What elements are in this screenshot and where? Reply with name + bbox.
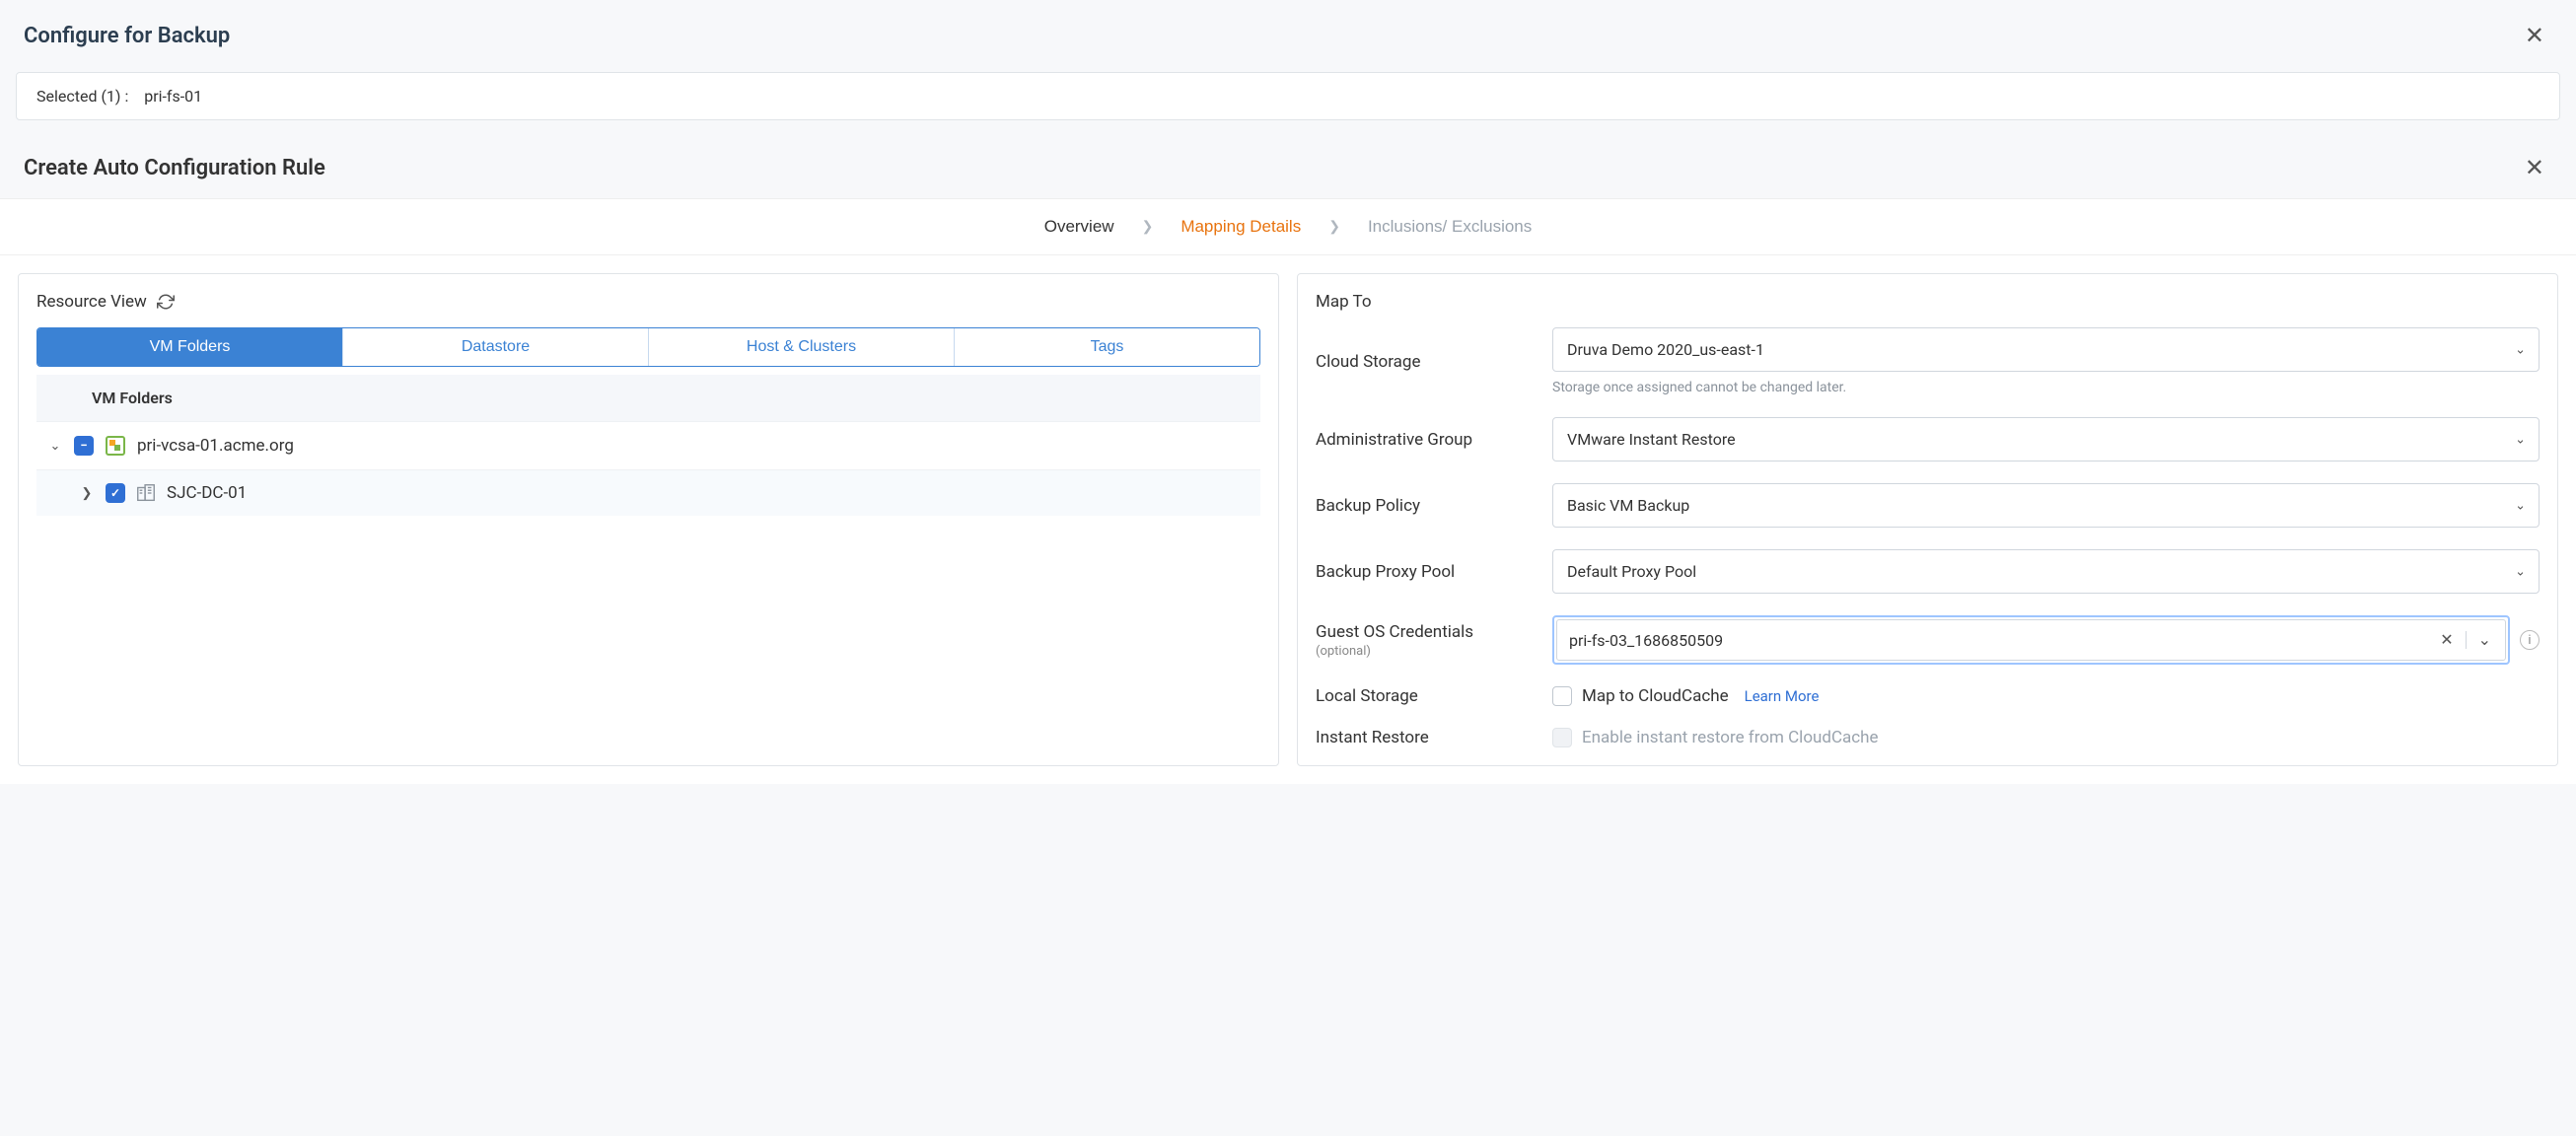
tree-row-root[interactable]: ⌄ pri-vcsa-01.acme.org	[36, 421, 1260, 469]
row-guest-os: Guest OS Credentials (optional) pri-fs-0…	[1316, 615, 2540, 665]
row-backup-policy: Backup Policy Basic VM Backup ⌄	[1316, 483, 2540, 528]
label-admin-group: Administrative Group	[1316, 430, 1533, 450]
select-cloud-storage[interactable]: Druva Demo 2020_us-east-1	[1552, 327, 2540, 372]
sub-title: Create Auto Configuration Rule	[24, 156, 325, 180]
label-proxy-pool: Backup Proxy Pool	[1316, 562, 1533, 582]
hint-cloud-storage: Storage once assigned cannot be changed …	[1552, 380, 2540, 395]
wizard-steps: Overview ❯ Mapping Details ❯ Inclusions/…	[0, 198, 2576, 255]
combo-guest-os[interactable]: pri-fs-03_1686850509 ✕ ⌄	[1552, 615, 2510, 665]
close-icon: ✕	[2440, 632, 2453, 649]
tree-row-child[interactable]: ❯ SJC-DC-01	[36, 469, 1260, 516]
checkbox-instant-restore	[1552, 728, 1572, 747]
resource-view-panel: Resource View VM Folders Datastore Host …	[18, 273, 1279, 766]
row-proxy-pool: Backup Proxy Pool Default Proxy Pool ⌄	[1316, 549, 2540, 594]
row-instant-restore: Instant Restore Enable instant restore f…	[1316, 728, 2540, 747]
sub-header: Create Auto Configuration Rule ✕	[0, 130, 2576, 198]
tab-host-clusters[interactable]: Host & Clusters	[649, 328, 955, 366]
chevron-right-icon[interactable]: ❯	[78, 486, 96, 501]
resource-tabs: VM Folders Datastore Host & Clusters Tag…	[36, 327, 1260, 367]
learn-more-link[interactable]: Learn More	[1745, 687, 1820, 705]
label-local-storage: Local Storage	[1316, 686, 1533, 706]
info-icon[interactable]: i	[2520, 630, 2540, 650]
close-button[interactable]: ✕	[2517, 18, 2552, 54]
close-icon: ✕	[2525, 23, 2544, 49]
select-value: Default Proxy Pool	[1567, 562, 1696, 581]
checkbox-label: Map to CloudCache	[1582, 686, 1729, 706]
select-value: Druva Demo 2020_us-east-1	[1567, 340, 1764, 359]
resource-view-title: Resource View	[36, 292, 147, 312]
datacenter-icon	[135, 482, 157, 504]
chevron-down-icon: ⌄	[2478, 632, 2491, 649]
tree-header: VM Folders	[36, 375, 1260, 421]
map-to-title: Map To	[1316, 292, 1372, 312]
chevron-right-icon: ❯	[1328, 219, 1340, 235]
label-cloud-storage: Cloud Storage	[1316, 352, 1533, 372]
dropdown-button[interactable]: ⌄	[2476, 630, 2493, 650]
vcenter-icon	[104, 434, 127, 458]
tree-node-label: SJC-DC-01	[167, 483, 247, 503]
close-icon: ✕	[2525, 155, 2544, 181]
selected-value: pri-fs-01	[144, 87, 202, 106]
label-guest-os: Guest OS Credentials	[1316, 622, 1473, 642]
refresh-icon[interactable]	[157, 293, 175, 311]
chevron-down-icon[interactable]: ⌄	[46, 439, 64, 454]
content-area: Resource View VM Folders Datastore Host …	[0, 255, 2576, 784]
row-local-storage: Local Storage Map to CloudCache Learn Mo…	[1316, 686, 2540, 706]
row-admin-group: Administrative Group VMware Instant Rest…	[1316, 417, 2540, 462]
select-proxy-pool[interactable]: Default Proxy Pool	[1552, 549, 2540, 594]
select-value: Basic VM Backup	[1567, 496, 1689, 515]
label-backup-policy: Backup Policy	[1316, 496, 1533, 516]
combo-value: pri-fs-03_1686850509	[1569, 631, 2438, 650]
tab-tags[interactable]: Tags	[955, 328, 1259, 366]
clear-button[interactable]: ✕	[2438, 630, 2455, 650]
header-bar: Configure for Backup ✕	[0, 0, 2576, 72]
tab-vm-folders[interactable]: VM Folders	[37, 328, 343, 366]
select-backup-policy[interactable]: Basic VM Backup	[1552, 483, 2540, 528]
label-optional: (optional)	[1316, 644, 1533, 659]
selected-prefix: Selected (1) :	[36, 87, 128, 106]
row-cloud-storage: Cloud Storage Druva Demo 2020_us-east-1 …	[1316, 327, 2540, 395]
step-inclusions-exclusions[interactable]: Inclusions/ Exclusions	[1368, 217, 1532, 237]
tab-datastore[interactable]: Datastore	[343, 328, 649, 366]
divider	[2466, 631, 2467, 649]
select-admin-group[interactable]: VMware Instant Restore	[1552, 417, 2540, 462]
label-instant-restore: Instant Restore	[1316, 728, 1533, 747]
checkbox-label: Enable instant restore from CloudCache	[1582, 728, 1879, 747]
step-overview[interactable]: Overview	[1044, 217, 1114, 237]
chevron-right-icon: ❯	[1142, 219, 1154, 235]
tree-node-label: pri-vcsa-01.acme.org	[137, 436, 294, 456]
page-title: Configure for Backup	[24, 24, 230, 48]
checkbox-indeterminate[interactable]	[74, 436, 94, 456]
select-value: VMware Instant Restore	[1567, 430, 1736, 449]
selected-bar: Selected (1) : pri-fs-01	[16, 72, 2560, 120]
checkbox-checked[interactable]	[106, 483, 125, 503]
checkbox-map-cloudcache[interactable]	[1552, 686, 1572, 706]
map-to-panel: Map To Cloud Storage Druva Demo 2020_us-…	[1297, 273, 2558, 766]
close-sub-button[interactable]: ✕	[2517, 150, 2552, 186]
step-mapping-details[interactable]: Mapping Details	[1181, 217, 1301, 237]
